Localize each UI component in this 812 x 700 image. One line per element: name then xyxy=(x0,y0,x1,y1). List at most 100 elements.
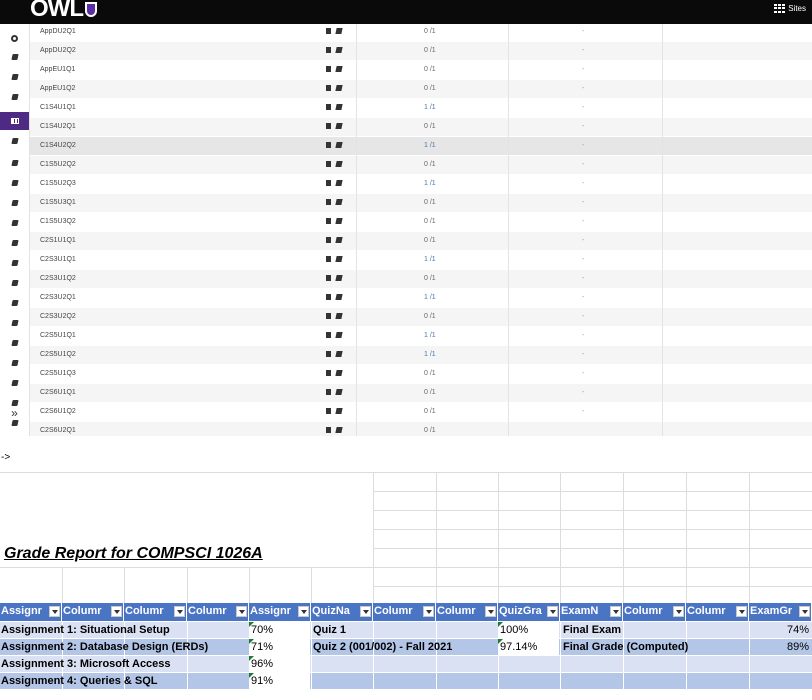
rail-item[interactable] xyxy=(0,274,29,292)
rail-item[interactable]: » xyxy=(0,404,29,422)
item-name[interactable]: C2S6U1Q1 xyxy=(40,389,76,396)
comment-icon[interactable] xyxy=(326,85,331,91)
filter-dropdown-icon[interactable] xyxy=(360,606,371,617)
filter-dropdown-icon[interactable] xyxy=(49,606,60,617)
column-header[interactable]: QuizNa xyxy=(311,603,372,621)
sites-button[interactable]: Sites xyxy=(774,4,806,13)
book-icon[interactable] xyxy=(335,370,343,376)
table-row[interactable]: C1S4U1Q1 1 /1 - xyxy=(30,99,812,117)
assignment-name-cell[interactable]: Assignment 4: Queries & SQL xyxy=(1,675,157,687)
comment-icon[interactable] xyxy=(326,47,331,53)
column-header[interactable]: Assignr xyxy=(249,603,310,621)
book-icon[interactable] xyxy=(335,313,343,319)
column-header[interactable]: Columr xyxy=(436,603,497,621)
rail-item[interactable] xyxy=(0,294,29,312)
filter-dropdown-icon[interactable] xyxy=(236,606,247,617)
book-icon[interactable] xyxy=(335,256,343,262)
table-row[interactable]: C2S5U1Q3 0 /1 - xyxy=(30,365,812,383)
table-row[interactable]: C2S3U2Q1 1 /1 - xyxy=(30,289,812,307)
comment-icon[interactable] xyxy=(326,237,331,243)
item-name[interactable]: C2S3U1Q2 xyxy=(40,275,76,282)
item-name[interactable]: C1S4U1Q1 xyxy=(40,104,76,111)
book-icon[interactable] xyxy=(335,28,343,34)
book-icon[interactable] xyxy=(335,104,343,110)
table-row[interactable]: AppEU1Q1 0 /1 - xyxy=(30,61,812,79)
table-row[interactable]: C2S6U2Q1 0 /1 xyxy=(30,422,812,436)
item-name[interactable]: C1S5U2Q2 xyxy=(40,161,76,168)
item-name[interactable]: C2S1U1Q1 xyxy=(40,237,76,244)
book-icon[interactable] xyxy=(335,47,343,53)
item-name[interactable]: C1S4U2Q2 xyxy=(40,142,76,149)
column-header[interactable]: ExamN xyxy=(560,603,622,621)
comment-icon[interactable] xyxy=(326,427,331,433)
table-row[interactable]: AppDU2Q1 0 /1 - xyxy=(30,24,812,41)
table-row[interactable]: C1S5U2Q2 0 /1 - xyxy=(30,156,812,174)
quiz-name-cell[interactable]: Quiz 2 (001/002) - Fall 2021 xyxy=(313,641,452,653)
rail-item[interactable] xyxy=(0,154,29,172)
rail-item[interactable] xyxy=(0,48,29,66)
comment-icon[interactable] xyxy=(326,389,331,395)
filter-dropdown-icon[interactable] xyxy=(423,606,434,617)
quiz-name-cell[interactable]: Quiz 1 xyxy=(313,624,346,636)
book-icon[interactable] xyxy=(335,85,343,91)
item-name[interactable]: C2S3U2Q1 xyxy=(40,294,76,301)
column-header[interactable]: Columr xyxy=(686,603,748,621)
book-icon[interactable] xyxy=(335,427,343,433)
book-icon[interactable] xyxy=(335,142,343,148)
comment-icon[interactable] xyxy=(326,370,331,376)
quiz-grade-cell[interactable]: 100% xyxy=(498,622,559,638)
table-row[interactable]: C2S5U1Q2 1 /1 - xyxy=(30,346,812,364)
book-icon[interactable] xyxy=(335,66,343,72)
comment-icon[interactable] xyxy=(326,294,331,300)
column-header[interactable]: QuizGra xyxy=(498,603,559,621)
item-name[interactable]: C2S5U1Q1 xyxy=(40,332,76,339)
table-row[interactable]: C2S3U1Q1 1 /1 - xyxy=(30,251,812,269)
book-icon[interactable] xyxy=(335,199,343,205)
column-header[interactable]: Columr xyxy=(187,603,248,621)
item-name[interactable]: C1S5U2Q3 xyxy=(40,180,76,187)
column-header[interactable]: Columr xyxy=(124,603,186,621)
filter-dropdown-icon[interactable] xyxy=(485,606,496,617)
comment-icon[interactable] xyxy=(326,180,331,186)
book-icon[interactable] xyxy=(335,161,343,167)
item-name[interactable]: AppEU1Q2 xyxy=(40,85,75,92)
rail-item[interactable] xyxy=(0,354,29,372)
comment-icon[interactable] xyxy=(326,313,331,319)
comment-icon[interactable] xyxy=(326,332,331,338)
quiz-grade-cell[interactable]: 97.14% xyxy=(498,639,559,655)
rail-item[interactable] xyxy=(0,334,29,352)
table-row[interactable]: AppDU2Q2 0 /1 - xyxy=(30,42,812,60)
table-row[interactable]: C2S6U1Q2 0 /1 - xyxy=(30,403,812,421)
table-row[interactable]: C1S5U2Q3 1 /1 - xyxy=(30,175,812,193)
rail-item[interactable] xyxy=(0,88,29,106)
item-name[interactable]: AppDU2Q1 xyxy=(40,28,76,35)
rail-item[interactable] xyxy=(0,132,29,150)
assignment-grade-cell[interactable]: 96% xyxy=(249,656,310,672)
book-icon[interactable] xyxy=(335,123,343,129)
book-icon[interactable] xyxy=(335,332,343,338)
comment-icon[interactable] xyxy=(326,28,331,34)
filter-dropdown-icon[interactable] xyxy=(799,606,810,617)
book-icon[interactable] xyxy=(335,351,343,357)
table-row[interactable]: C2S3U1Q2 0 /1 - xyxy=(30,270,812,288)
book-icon[interactable] xyxy=(335,218,343,224)
exam-name-cell[interactable]: Final Exam xyxy=(563,624,621,636)
book-icon[interactable] xyxy=(335,408,343,414)
comment-icon[interactable] xyxy=(326,104,331,110)
rail-item[interactable] xyxy=(0,194,29,212)
item-name[interactable]: C2S3U2Q2 xyxy=(40,313,76,320)
book-icon[interactable] xyxy=(335,294,343,300)
table-row[interactable]: C1S5U3Q2 0 /1 - xyxy=(30,213,812,231)
column-header[interactable]: Columr xyxy=(62,603,123,621)
table-row[interactable]: C2S5U1Q1 1 /1 - xyxy=(30,327,812,345)
comment-icon[interactable] xyxy=(326,351,331,357)
book-icon[interactable] xyxy=(335,237,343,243)
exam-name-cell[interactable]: Final Grade (Computed) xyxy=(563,641,688,653)
table-row[interactable]: C2S6U1Q1 0 /1 - xyxy=(30,384,812,402)
rail-item[interactable] xyxy=(0,314,29,332)
rail-item[interactable] xyxy=(0,234,29,252)
table-row[interactable]: C1S4U2Q2 1 /1 - xyxy=(30,137,812,155)
assignment-grade-cell[interactable]: 70% xyxy=(249,622,310,638)
filter-dropdown-icon[interactable] xyxy=(610,606,621,617)
exam-grade-cell[interactable]: 89% xyxy=(749,641,809,653)
